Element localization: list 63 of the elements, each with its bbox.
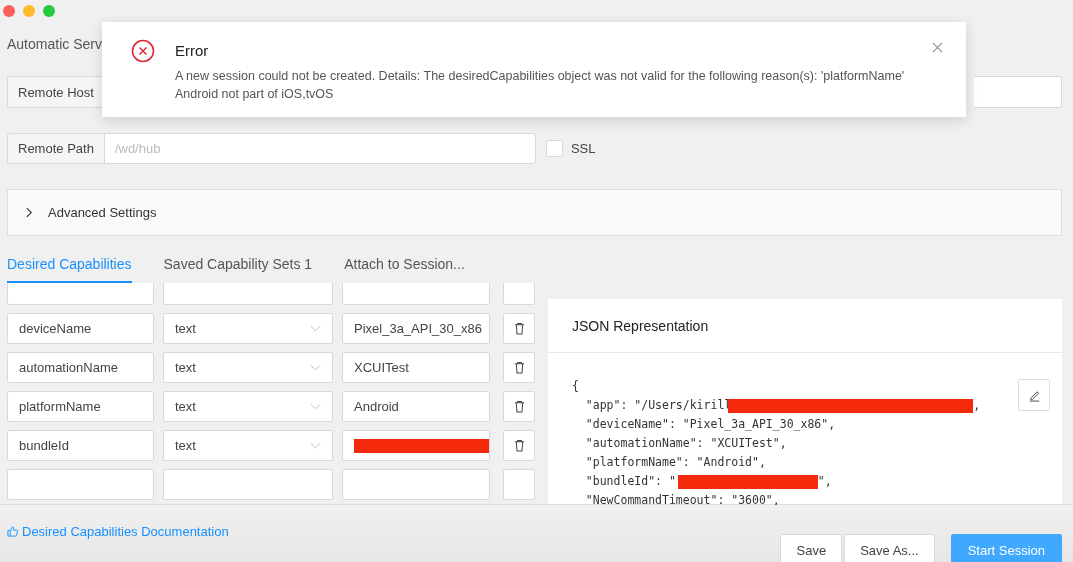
footer-button[interactable]: Save	[780, 534, 843, 562]
capability-name-field[interactable]: bundleId	[7, 430, 154, 461]
type-select[interactable]: text	[163, 352, 333, 383]
type-select[interactable]: text	[163, 391, 333, 422]
capability-value-field[interactable]: XCUITest	[342, 352, 490, 383]
delete-button[interactable]	[503, 313, 535, 344]
capability-name-field[interactable]: deviceName	[7, 313, 154, 344]
error-icon	[131, 39, 155, 63]
caret-icon	[310, 403, 321, 410]
tab[interactable]: Attach to Session...	[344, 245, 465, 283]
trash-icon	[513, 400, 525, 413]
trash-icon	[513, 361, 525, 374]
input-field[interactable]	[7, 283, 154, 305]
advanced-settings-panel[interactable]: Advanced Settings	[7, 189, 1062, 236]
capability-value-field[interactable]: Pixel_3a_API_30_x86	[342, 313, 490, 344]
trash-icon	[513, 322, 525, 335]
code-text: {	[572, 378, 579, 395]
type-select[interactable]: text	[163, 313, 333, 344]
caret-icon	[310, 442, 321, 449]
code-text: ",	[817, 473, 832, 490]
trash-icon	[513, 439, 525, 452]
minimize-window-button[interactable]	[23, 5, 35, 17]
pencil-icon	[1027, 388, 1041, 402]
input-field[interactable]	[163, 283, 333, 305]
footer-button[interactable]: Save As...	[844, 534, 935, 562]
type-select[interactable]: text	[163, 430, 333, 461]
input-field[interactable]	[163, 469, 333, 500]
server-heading: Automatic Serv	[7, 36, 102, 52]
dialog-title: Error	[175, 42, 209, 59]
caret-icon	[310, 325, 321, 332]
code-text: "NewCommandTimeout": "3600",	[584, 492, 780, 509]
close-window-button[interactable]	[3, 5, 15, 17]
code-text: "bundleId": "	[584, 473, 676, 490]
error-message: A new session could not be created. Details: The desiredCapabilities object was not valid for the following reason(s): 'platformName' Android not part of iOS,tvOS	[175, 68, 906, 103]
checkbox-label: SSL	[570, 141, 596, 156]
input-field[interactable]: /wd/hub	[103, 133, 536, 164]
close-icon[interactable]	[932, 42, 943, 53]
edit-button[interactable]	[1018, 379, 1050, 411]
code-text: "deviceName": "Pixel_3a_API_30_x86",	[584, 416, 836, 433]
capability-value-field[interactable]	[342, 430, 490, 461]
tab[interactable]: Saved Capability Sets 1	[163, 245, 313, 283]
code-text: "automationName": "XCUITest",	[584, 435, 787, 452]
code-text: "app": "/Users/kirill	[584, 397, 732, 414]
code-text: "platformName": "Android",	[584, 454, 766, 471]
delete-button[interactable]	[503, 430, 535, 461]
capability-value-field[interactable]: Android	[342, 391, 490, 422]
zoom-window-button[interactable]	[43, 5, 55, 17]
capability-name-field[interactable]: automationName	[7, 352, 154, 383]
input-field[interactable]	[342, 283, 490, 305]
thumbs-up-icon	[7, 526, 18, 537]
checkbox[interactable]	[545, 140, 563, 157]
field-label: Remote Path	[7, 133, 104, 164]
input-field[interactable]	[342, 469, 490, 500]
advanced-settings-label: Advanced Settings	[48, 205, 157, 220]
delete-button[interactable]	[503, 352, 535, 383]
field-label: Remote Host	[7, 76, 104, 108]
code-text: ,	[973, 397, 981, 414]
input-field[interactable]	[7, 469, 154, 500]
delete-button[interactable]	[503, 391, 535, 422]
caret-icon	[310, 364, 321, 371]
panel-title: JSON Representation	[548, 299, 1062, 353]
input-field[interactable]	[973, 76, 1062, 108]
capability-name-field[interactable]: platformName	[7, 391, 154, 422]
